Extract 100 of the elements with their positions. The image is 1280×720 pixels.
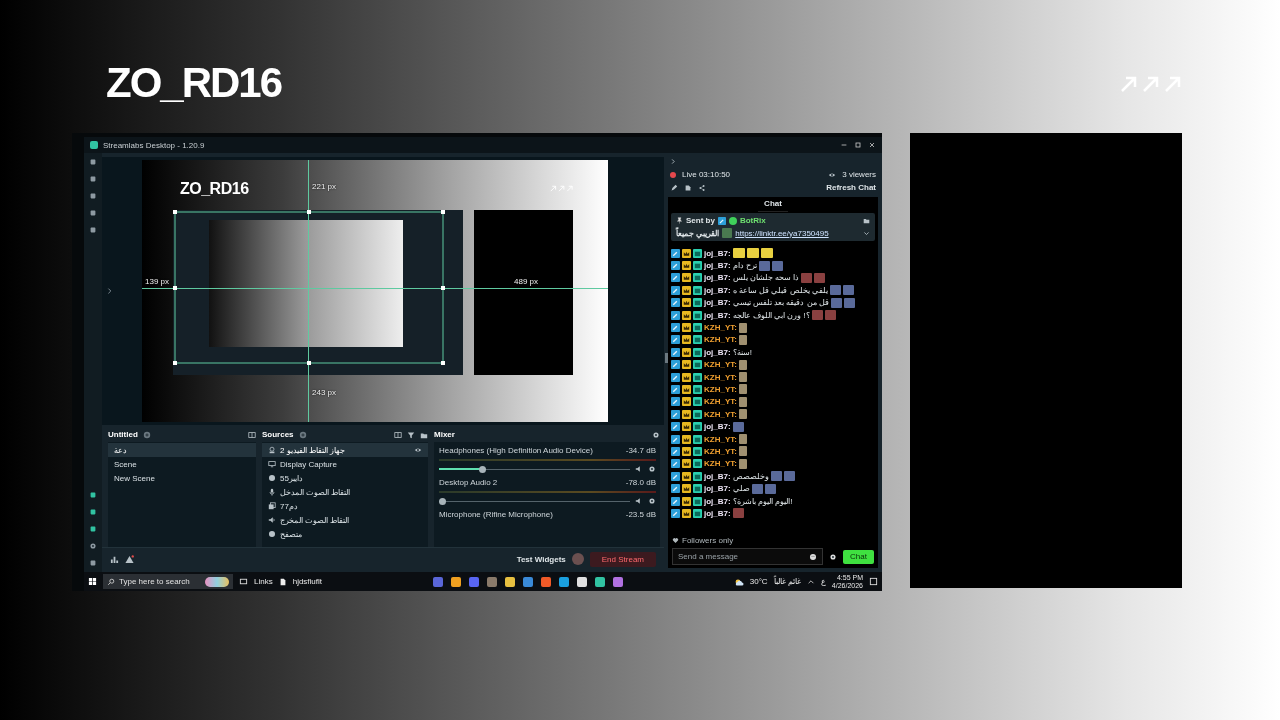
volume-slider[interactable] (439, 465, 630, 473)
app-icon[interactable] (450, 576, 461, 587)
maximize-icon[interactable] (854, 141, 862, 149)
scene-item[interactable]: دعة (108, 443, 256, 457)
source-item[interactable]: Display Capture (262, 457, 428, 471)
taskbar-search-field[interactable]: Type here to search (119, 577, 201, 586)
refresh-chat-button[interactable]: Refresh Chat (826, 183, 876, 192)
message-input[interactable]: Send a message (678, 552, 810, 561)
source-item[interactable]: 77دم (262, 499, 428, 513)
slider-thumb[interactable] (439, 497, 446, 505)
edit-icon[interactable] (670, 183, 678, 192)
add-icon[interactable] (298, 430, 307, 439)
notification-icon[interactable] (869, 577, 878, 586)
crown-badge-icon (682, 496, 691, 506)
mute-icon[interactable] (635, 465, 643, 473)
volume-reading: -34.7 dB (625, 446, 656, 455)
app-icon[interactable] (504, 576, 515, 587)
crown-badge-icon (682, 248, 691, 258)
stats-icon[interactable] (110, 554, 119, 564)
nav-icon[interactable] (89, 508, 97, 516)
nav-icon[interactable] (89, 175, 97, 183)
nav-icon[interactable] (89, 525, 97, 533)
search-box[interactable]: Type here to search (103, 574, 233, 589)
task-view-icon[interactable] (239, 577, 248, 586)
emote-picture (738, 458, 747, 469)
settings-icon[interactable] (652, 430, 660, 439)
minimize-icon[interactable] (840, 141, 848, 149)
settings-icon[interactable] (829, 552, 838, 561)
chevron-icon[interactable] (106, 287, 114, 295)
pinned-link[interactable]: https://linktr.ee/ya7350495 (735, 228, 829, 238)
test-widgets-link[interactable]: Test Widgets (516, 554, 566, 564)
start-icon[interactable] (88, 577, 97, 586)
app-icon[interactable] (558, 576, 569, 587)
settings-icon[interactable] (89, 542, 97, 550)
share-icon[interactable] (698, 183, 706, 192)
crown-badge-icon (682, 508, 691, 518)
chat-message: صلي (732, 484, 750, 494)
chat-send-button[interactable]: Chat (843, 549, 874, 564)
emote-picture (843, 297, 855, 308)
source-item[interactable]: التقاط الصوت المخرج (262, 513, 428, 527)
layout-icon[interactable] (394, 430, 402, 439)
nav-icon[interactable] (89, 209, 97, 217)
scene-item[interactable]: New Scene (108, 471, 256, 485)
chat-username: joj_B7: (704, 298, 731, 308)
nav-icon[interactable] (89, 192, 97, 200)
file-icon (278, 577, 287, 586)
emote-picture (758, 260, 770, 271)
chat-message: سنة؟! (732, 347, 752, 357)
slider-thumb[interactable] (479, 465, 487, 473)
nav-icon[interactable] (89, 226, 97, 234)
message-field[interactable]: Send a message (672, 548, 824, 565)
tray-caret-icon[interactable] (806, 577, 815, 586)
settings-icon[interactable] (648, 465, 656, 473)
source-item[interactable]: متصفح (262, 527, 428, 541)
expand-icon[interactable] (863, 229, 870, 237)
mute-icon[interactable] (635, 497, 643, 505)
app-icon[interactable] (612, 576, 623, 587)
crown-badge-icon (682, 360, 691, 370)
subscriber-badge-icon (693, 347, 702, 357)
chat-username: joj_B7: (704, 471, 731, 481)
emote-picture (722, 228, 733, 238)
source-item[interactable]: التقاط الصوت المدخل (262, 485, 428, 499)
language-indicator[interactable]: ع (820, 577, 826, 586)
source-item[interactable]: جهاز التقاط الفيديو 2 (262, 443, 428, 457)
links-toolbar[interactable]: Links (254, 577, 273, 586)
nav-icon[interactable] (89, 559, 97, 567)
emote-picture (842, 285, 854, 296)
nav-icon[interactable] (89, 158, 97, 166)
app-icon[interactable] (576, 576, 587, 587)
crown-badge-icon (682, 347, 691, 357)
volume-slider[interactable] (439, 497, 630, 505)
visibility-icon[interactable] (414, 446, 422, 454)
moderator-badge-icon (671, 323, 680, 333)
app-icon[interactable] (594, 576, 605, 587)
alert-icon[interactable] (125, 554, 134, 564)
subscriber-badge-icon (693, 323, 702, 333)
folder-icon[interactable] (420, 430, 428, 439)
chevron-icon[interactable] (670, 158, 677, 165)
subscriber-badge-icon (693, 335, 702, 345)
close-icon[interactable] (868, 141, 876, 149)
emoji-icon[interactable] (809, 552, 818, 561)
emote-picture (764, 483, 776, 494)
layout-icon[interactable] (248, 430, 256, 439)
settings-icon[interactable] (648, 497, 656, 505)
nav-icon[interactable] (89, 491, 97, 499)
emote-picture (824, 310, 836, 321)
filter-icon[interactable] (407, 430, 415, 439)
heart-icon (672, 537, 679, 544)
scene-item[interactable]: Scene (108, 457, 256, 471)
popout-icon[interactable] (684, 183, 692, 192)
emote-picture (738, 359, 747, 370)
emote-picture (732, 421, 744, 432)
emote-picture (770, 471, 782, 482)
add-icon[interactable] (142, 430, 151, 439)
chat-username: KZH_YT: (704, 397, 737, 407)
end-stream-button[interactable]: End Stream (589, 551, 656, 567)
subscriber-badge-icon (693, 261, 702, 271)
chat-username: KZH_YT: (704, 335, 737, 345)
moderator-badge-icon (671, 434, 680, 444)
source-item[interactable]: 55دايبر (262, 471, 428, 485)
